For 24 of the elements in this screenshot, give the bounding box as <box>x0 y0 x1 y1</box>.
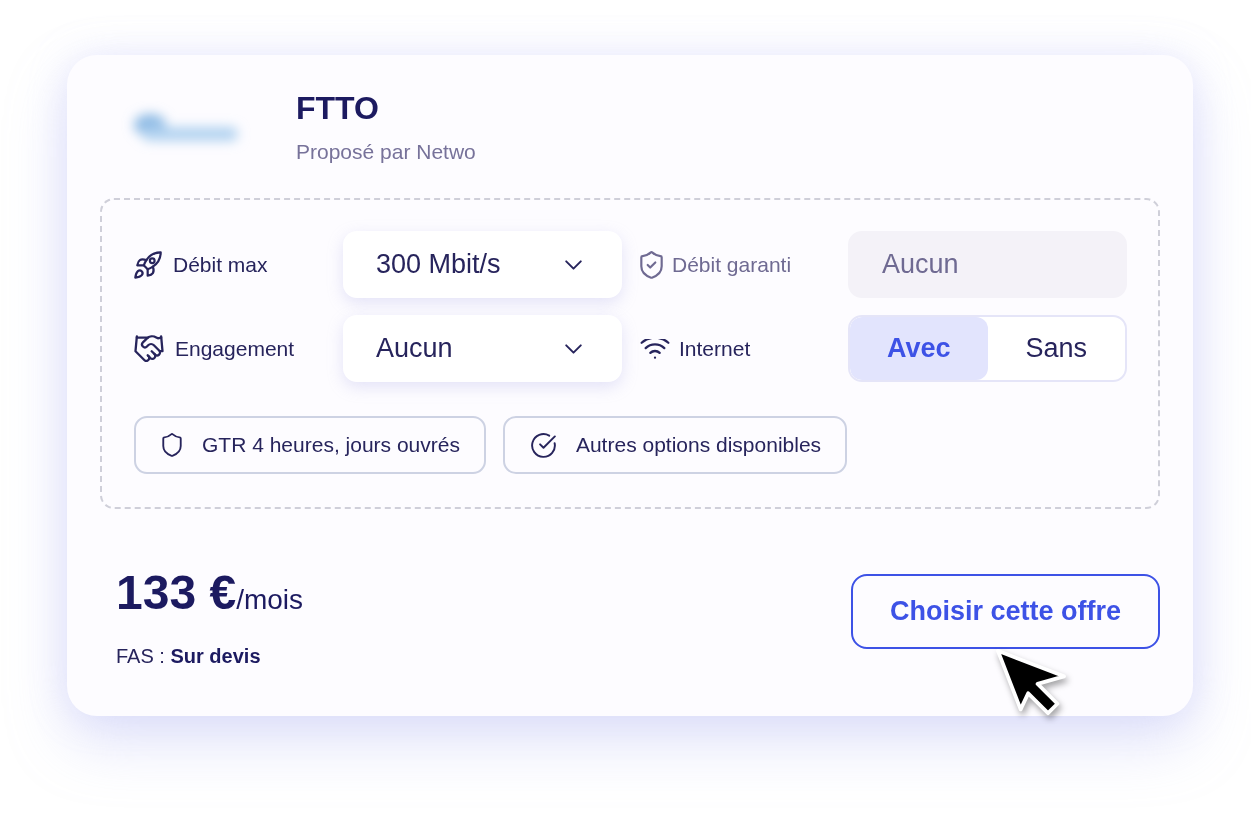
offer-title: FTTO <box>296 89 379 126</box>
price-text: 133 €/mois <box>116 566 304 621</box>
field-label: Débit max <box>173 251 268 278</box>
choose-offer-button[interactable]: Choisir cette offre <box>851 574 1160 649</box>
shield-icon <box>162 433 182 457</box>
segment-option[interactable]: Avec <box>850 317 988 380</box>
feature-text: GTR 4 heures, jours ouvrés <box>202 433 460 457</box>
shield-check-icon <box>640 250 663 279</box>
field-label: Internet <box>679 335 751 362</box>
chevron-down-icon <box>565 259 582 270</box>
setup-fee-text: FAS : Sur devis <box>116 644 262 668</box>
handshake-icon <box>134 335 164 362</box>
field-label: Débit garanti <box>672 251 792 278</box>
dropdown[interactable]: 300 Mbit/s <box>343 231 622 298</box>
feature-text: Autres options disponibles <box>575 433 822 457</box>
chevron-down-icon <box>565 343 582 354</box>
wifi-icon <box>640 338 670 359</box>
field-label: Engagement <box>175 335 295 362</box>
provider-text: Proposé par Netwo <box>296 139 476 164</box>
check-circle-icon <box>530 432 556 458</box>
segment-option[interactable]: Sans <box>987 317 1125 380</box>
segmented-control[interactable]: Avec Sans <box>848 315 1127 382</box>
rocket-icon <box>134 250 162 279</box>
dropdown[interactable]: Aucun <box>343 315 622 382</box>
